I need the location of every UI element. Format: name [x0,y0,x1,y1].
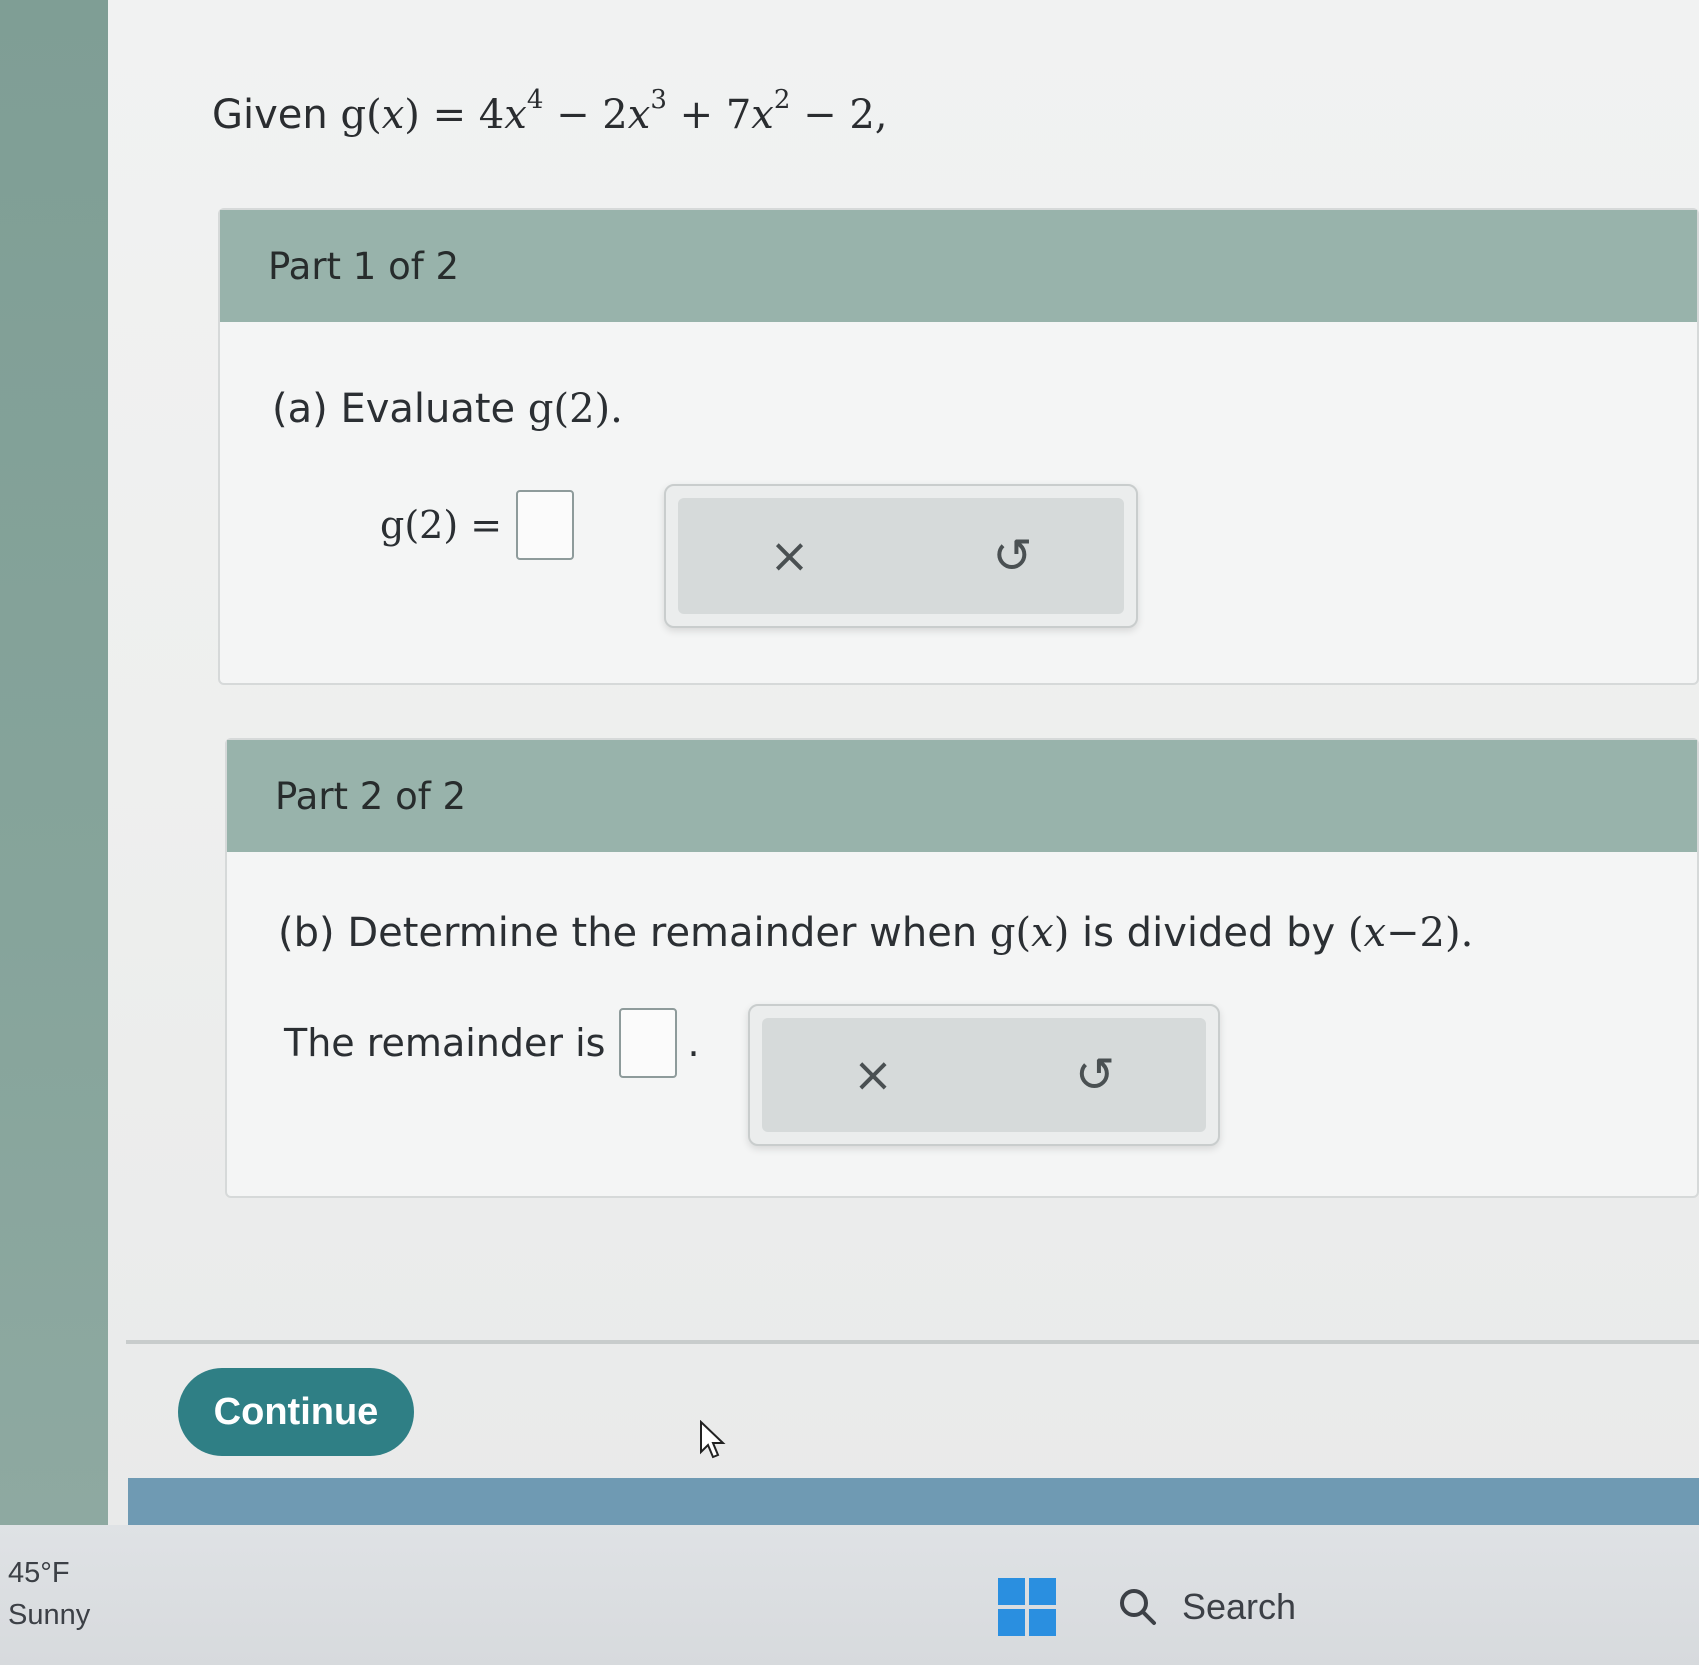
part-1-answer-row: g(2) = [380,490,575,560]
part-1-toolbox-inner: × ↺ [678,498,1124,614]
undo-icon: ↺ [992,528,1033,584]
part-2-toolbox: × ↺ [748,1004,1220,1146]
undo-icon: ↺ [1074,1047,1116,1103]
bottom-band [128,1478,1699,1528]
part-2-answer-period: . [687,1021,700,1065]
mouse-cursor-icon [700,1420,726,1459]
close-icon: × [769,528,810,584]
weather-widget[interactable]: 45°F Sunny [8,1552,90,1636]
part-2-function: g(x) [989,910,1083,956]
part-2-divisor: (x−2). [1347,910,1474,956]
left-rail [0,0,112,1525]
search-icon [1120,1589,1156,1625]
taskbar-search[interactable]: Search [1118,1586,1296,1628]
close-icon: × [852,1047,894,1103]
taskbar [0,1525,1699,1665]
part-1-toolbox: × ↺ [664,484,1138,628]
part-1-answer-input[interactable] [516,490,575,560]
part-2-undo-button[interactable]: ↺ [1063,1043,1127,1107]
part-2-question-mid: is divided by [1082,910,1336,956]
part-1-clear-button[interactable]: × [758,524,822,588]
part-1-expression: g(2). [527,386,623,432]
part-2-question: (b) Determine the remainder when g(x) is… [278,910,1473,956]
weather-temperature: 45°F [8,1557,70,1589]
part-2-toolbox-inner: × ↺ [762,1018,1206,1132]
part-2-question-text: (b) Determine the remainder when [278,910,978,956]
continue-button[interactable]: Continue [178,1368,414,1456]
footer-divider [126,1340,1699,1344]
part-2-answer-row: The remainder is . [284,1008,700,1078]
part-2-answer-label: The remainder is [284,1021,606,1065]
weather-condition: Sunny [8,1599,91,1631]
part-1-question-text: (a) Evaluate [272,386,516,432]
part-1-undo-button[interactable]: ↺ [981,524,1045,588]
part-1-answer-label: g(2) = [380,503,503,547]
part-2-header: Part 2 of 2 [227,740,1697,852]
part-2-clear-button[interactable]: × [841,1043,905,1107]
problem-statement: Given g(x) = 4x4 − 2x3 + 7x2 − 2, [212,85,888,138]
windows-start-icon[interactable] [998,1578,1056,1636]
search-label: Search [1182,1586,1297,1627]
part-1-question: (a) Evaluate g(2). [272,386,623,432]
part-1-header: Part 1 of 2 [220,210,1697,322]
function-definition: g(x) = 4x4 − 2x3 + 7x2 − 2, [340,85,888,138]
given-label: Given [212,92,328,138]
part-2-answer-input[interactable] [619,1008,678,1078]
